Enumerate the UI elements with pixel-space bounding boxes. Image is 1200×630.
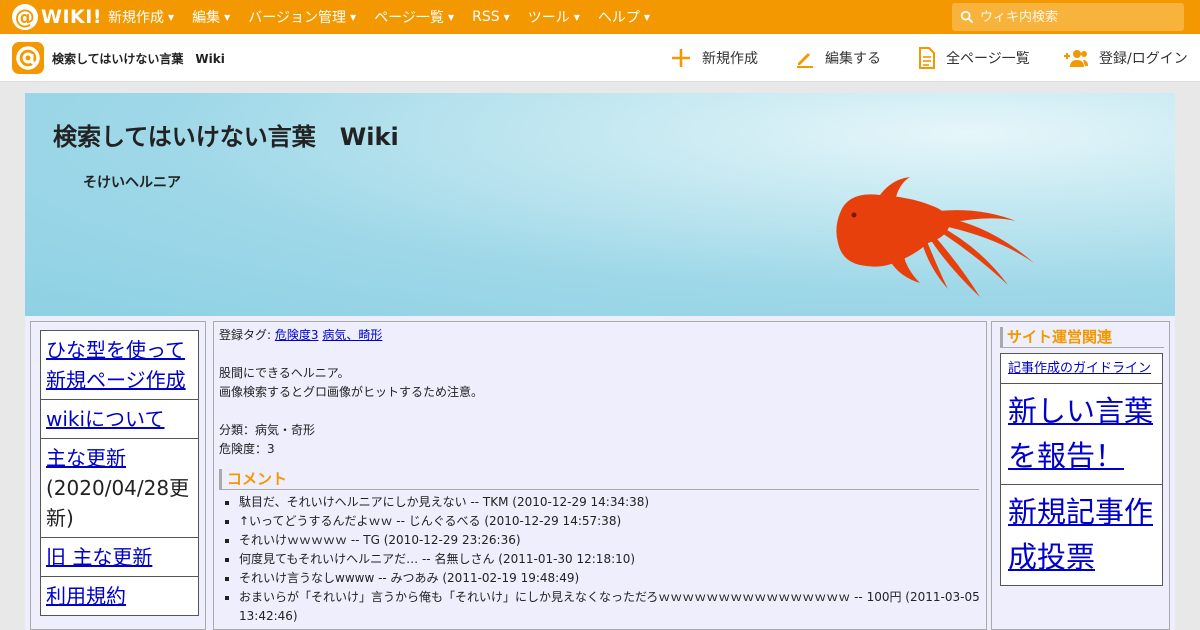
caret-down-icon: ▼ xyxy=(350,12,357,22)
description-line: 画像検索するとグロ画像がヒットするため注意。 xyxy=(219,385,484,399)
comment-item: おまいらが「それいけ」言うから俺も「それいけ」にしか見えなくなっただろｗｗｗｗｗ… xyxy=(239,588,981,626)
right-sidebar: サイト運営関連 記事作成のガイドライン 新しい言葉を報告！ 新規記事作成投票 xyxy=(991,321,1170,630)
updated-date: (2020/04/28更新) xyxy=(46,476,190,530)
description-line: 股間にできるヘルニア。 xyxy=(219,366,350,380)
all-pages-label: 全ページ一覧 xyxy=(946,51,1030,67)
menu-help-label: ヘルプ xyxy=(597,10,640,26)
menu-new[interactable]: 新規作成 ▼ xyxy=(108,7,174,27)
goldfish-illustration xyxy=(836,177,1034,297)
caret-down-icon: ▼ xyxy=(643,12,651,22)
pencil-icon xyxy=(797,53,813,68)
comment-item: それいけ言うなしwwww -- みつあみ (2011-02-19 19:48:4… xyxy=(239,569,981,588)
left-menu-item: wikiについて xyxy=(40,400,199,439)
tags-label: 登録タグ: xyxy=(219,328,272,342)
menu-tools[interactable]: ツール ▼ xyxy=(528,7,580,27)
page-title: そけいヘルニア xyxy=(83,175,181,191)
right-menu-item: 記事作成のガイドライン xyxy=(1000,353,1163,384)
menu-rss-label: RSS xyxy=(472,9,500,25)
terms-link[interactable]: 利用規約 xyxy=(46,584,126,608)
about-wiki-link[interactable]: wikiについて xyxy=(46,407,164,431)
document-icon xyxy=(919,47,935,69)
comment-list: 駄目だ、それいけヘルニアにしか見えない -- TKM (2010-12-29 1… xyxy=(239,493,981,626)
at-mark-icon: @ xyxy=(12,4,38,30)
danger-level: 危険度：3 xyxy=(219,442,275,456)
plus-icon xyxy=(672,49,690,67)
site-ops-heading: サイト運営関連 xyxy=(1000,327,1164,348)
comment-item: ↑いってどうするんだよｗｗ -- じんぐるべる (2010-12-29 14:5… xyxy=(239,512,981,531)
caret-down-icon: ▼ xyxy=(447,12,455,22)
report-new-word-link[interactable]: 新しい言葉を報告！ xyxy=(1008,394,1153,473)
new-article-vote-link[interactable]: 新規記事作成投票 xyxy=(1008,495,1153,574)
left-menu-item: 旧 主な更新 xyxy=(40,538,199,577)
wiki-search-input[interactable] xyxy=(980,9,1180,25)
caret-down-icon: ▼ xyxy=(168,12,175,22)
menu-edit-label: 編集 xyxy=(192,10,221,26)
comment-item: それいけｗｗｗｗｗ -- TG (2010-12-29 23:26:36) xyxy=(239,531,981,550)
caret-down-icon: ▼ xyxy=(503,12,510,22)
menu-version-label: バージョン管理 xyxy=(248,10,347,26)
comment-item: 何度見てもそれいけヘルニアだ… -- 名無しさん (2011-01-30 12:… xyxy=(239,550,981,569)
tag-link[interactable]: 病気、畸形 xyxy=(322,328,382,342)
add-user-icon xyxy=(1064,50,1088,67)
menu-version[interactable]: バージョン管理 ▼ xyxy=(248,7,356,27)
caret-down-icon: ▼ xyxy=(573,12,580,22)
menu-new-label: 新規作成 xyxy=(108,10,164,26)
global-nav-bar: @ WIKI! 新規作成 ▼ 編集 ▼ バージョン管理 ▼ ページ一覧 ▼ RSS ▼ ツ… xyxy=(0,0,1200,34)
old-updates-link[interactable]: 旧 主な更新 xyxy=(46,545,152,569)
comment-item: 駄目だ、それいけヘルニアにしか見えない -- TKM (2010-12-29 1… xyxy=(239,493,981,512)
tag-link[interactable]: 危険度3 xyxy=(275,328,319,342)
new-page-button[interactable]: 新規作成 xyxy=(670,34,758,82)
left-menu-item: 利用規約 xyxy=(40,577,199,616)
right-menu: 記事作成のガイドライン 新しい言葉を報告！ 新規記事作成投票 xyxy=(1000,353,1163,586)
atwiki-logo[interactable]: @ WIKI! xyxy=(12,4,102,30)
main-content: 登録タグ: 危険度3 病気、畸形 股間にできるヘルニア。 画像検索するとグロ画像… xyxy=(213,321,987,630)
site-header-banner: 検索してはいけない言葉 Wiki そけいヘルニア xyxy=(25,93,1175,316)
tag-line: 登録タグ: 危険度3 病気、畸形 xyxy=(219,326,981,345)
global-menu: 新規作成 ▼ 編集 ▼ バージョン管理 ▼ ページ一覧 ▼ RSS ▼ ツール ▼ ヘルプ ▼ xyxy=(108,0,668,34)
new-page-label: 新規作成 xyxy=(702,51,758,67)
menu-tools-label: ツール xyxy=(527,10,570,26)
search-icon[interactable] xyxy=(960,10,974,24)
left-menu-item: 主な更新 (2020/04/28更新) xyxy=(40,439,199,538)
wiki-page: 検索してはいけない言葉 Wiki そけいヘルニア ひな型を使って新規ページ作成 … xyxy=(25,93,1175,630)
left-menu-item: ひな型を使って新規ページ作成 xyxy=(40,330,199,400)
left-menu: ひな型を使って新規ページ作成 wikiについて 主な更新 (2020/04/28更… xyxy=(40,330,199,616)
wiki-name[interactable]: 検索してはいけない言葉 Wiki xyxy=(52,50,225,67)
site-title[interactable]: 検索してはいけない言葉 Wiki xyxy=(53,117,399,152)
guideline-link[interactable]: 記事作成のガイドライン xyxy=(1008,361,1151,376)
right-menu-item: 新しい言葉を報告！ xyxy=(1000,384,1163,485)
menu-pages[interactable]: ページ一覧 ▼ xyxy=(374,7,454,27)
main-updates-link[interactable]: 主な更新 xyxy=(46,446,126,470)
left-sidebar: ひな型を使って新規ページ作成 wikiについて 主な更新 (2020/04/28更… xyxy=(30,321,206,630)
menu-help[interactable]: ヘルプ ▼ xyxy=(598,7,650,27)
menu-edit[interactable]: 編集 ▼ xyxy=(192,7,230,27)
edit-page-label: 編集する xyxy=(825,51,881,67)
login-button[interactable]: 登録/ログイン xyxy=(1063,34,1188,82)
wiki-search-box xyxy=(952,3,1184,31)
wiki-toolbar: 検索してはいけない言葉 Wiki 新規作成 編集する 全ページ一覧 登録/ログイ… xyxy=(0,34,1200,82)
right-menu-item: 新規記事作成投票 xyxy=(1000,485,1163,586)
new-page-from-template-link[interactable]: ひな型を使って新規ページ作成 xyxy=(46,338,186,392)
category-line: 分類：病気・奇形 xyxy=(219,423,316,437)
caret-down-icon: ▼ xyxy=(224,12,231,22)
menu-rss[interactable]: RSS ▼ xyxy=(472,9,510,25)
wiki-logo-icon[interactable] xyxy=(12,42,44,74)
logo-text: WIKI! xyxy=(41,6,102,28)
all-pages-button[interactable]: 全ページ一覧 xyxy=(918,34,1030,82)
menu-pages-label: ページ一覧 xyxy=(374,10,444,26)
login-label: 登録/ログイン xyxy=(1099,51,1188,67)
comment-heading: コメント xyxy=(219,469,979,490)
edit-page-button[interactable]: 編集する xyxy=(795,34,881,82)
